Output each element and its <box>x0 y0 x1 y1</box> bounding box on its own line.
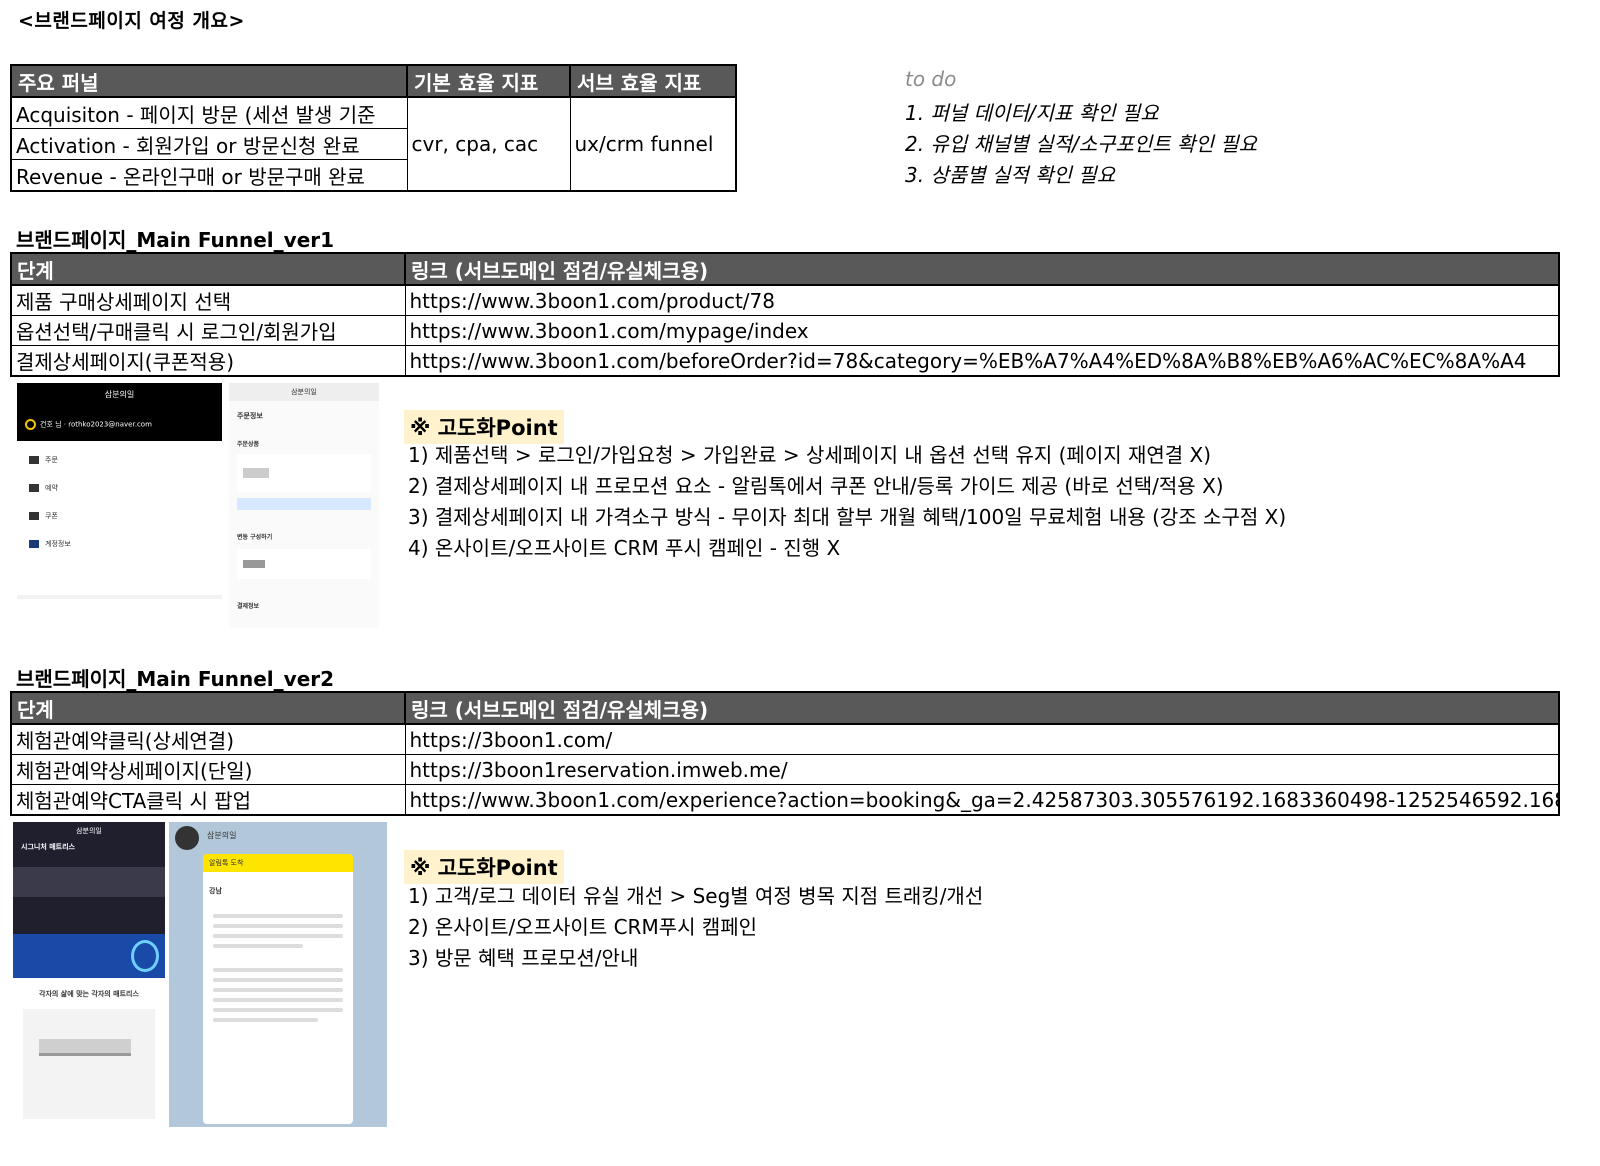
step-cell: 체험관예약상세페이지(단일) <box>10 754 406 785</box>
section-label: 변동 구성하기 <box>237 534 273 541</box>
link-cell[interactable]: https://www.3boon1.com/product/78 <box>404 284 1560 316</box>
point-item: 4) 온사이트/오프사이트 CRM 푸시 캠페인 - 진행 X <box>408 536 841 560</box>
link-cell[interactable]: https://3boon1.com/ <box>404 723 1560 755</box>
point-item: 3) 방문 혜택 프로모션/안내 <box>408 946 639 970</box>
section-label: 결제정보 <box>237 603 260 610</box>
funnel-activation: Activation - 회원가입 or 방문신청 완료 <box>10 128 408 160</box>
point-item: 1) 제품선택 > 로그인/가입요청 > 가입완료 > 상세페이지 내 옵션 선… <box>408 443 1212 467</box>
user-info: 건호 님 · rothko2023@naver.com <box>40 420 152 429</box>
step-cell: 체험관예약CTA클릭 시 팝업 <box>10 784 406 816</box>
funnel2-title: 브랜드페이지_Main Funnel_ver2 <box>16 667 335 691</box>
table-row: 체험관예약클릭(상세연결) https://3boon1.com/ <box>10 723 1560 755</box>
account-icon <box>29 540 39 548</box>
menu-item: 예약 <box>45 484 58 492</box>
todo-item: 3. 상품별 실적 확인 필요 <box>905 163 1116 187</box>
sub-metrics-value: ux/crm funnel <box>569 96 737 192</box>
table-row: 옵션선택/구매클릭 시 로그인/회원가입 https://www.3boon1.… <box>10 315 1560 346</box>
tagline: 각자의 삶에 맞는 각자의 매트리스 <box>39 990 139 998</box>
section-label: 주문정보 <box>237 412 263 420</box>
todo-item: 1. 퍼널 데이터/지표 확인 필요 <box>905 101 1159 125</box>
table-row: 결제상세페이지(쿠폰적용) https://www.3boon1.com/bef… <box>10 345 1560 377</box>
reserve-icon <box>29 484 39 492</box>
step-cell: 체험관예약클릭(상세연결) <box>10 723 406 755</box>
basic-metrics-value: cvr, cpa, cac <box>406 96 571 192</box>
funnel1-title: 브랜드페이지_Main Funnel_ver1 <box>16 228 335 252</box>
avatar <box>175 826 199 850</box>
product-thumb <box>243 468 269 478</box>
table-row: 체험관예약CTA클릭 시 팝업 https://www.3boon1.com/e… <box>10 784 1560 816</box>
menu-item: 쿠폰 <box>45 512 58 520</box>
location-icon <box>131 940 159 972</box>
coupon-icon <box>29 512 39 520</box>
header-basic-metric: 기본 효율 지표 <box>406 64 571 98</box>
point-item: 3) 결제상세페이지 내 가격소구 방식 - 무이자 최대 할부 개월 혜택/1… <box>408 505 1287 529</box>
alimtalk-screenshot: 삼분의일 알림톡 도착 강남 <box>169 822 387 1127</box>
todo-heading: to do <box>905 67 957 91</box>
link-cell[interactable]: https://www.3boon1.com/mypage/index <box>404 315 1560 346</box>
table-row: 체험관예약상세페이지(단일) https://3boon1reservation… <box>10 754 1560 785</box>
sender-name: 삼분의일 <box>207 831 237 840</box>
funnel2-table: 단계 링크 (서브도메인 점검/유실체크용) 체험관예약클릭(상세연결) htt… <box>10 691 1560 816</box>
mypage-screenshot: 삼분의일 건호 님 · rothko2023@naver.com 주문 예약 쿠… <box>17 383 222 599</box>
point-title: ※ 고도화Point <box>404 410 564 444</box>
header-link: 링크 (서브도메인 점검/유실체크용) <box>404 252 1560 286</box>
mattress-image <box>39 1039 131 1056</box>
menu-item: 계정정보 <box>45 540 71 548</box>
step-cell: 결제상세페이지(쿠폰적용) <box>10 345 406 377</box>
overview-table: 주요 퍼널 기본 효율 지표 서브 효율 지표 Acquisiton - 페이지… <box>10 64 737 192</box>
link-cell[interactable]: https://www.3boon1.com/beforeOrder?id=78… <box>404 345 1560 377</box>
header-link: 링크 (서브도메인 점검/유실체크용) <box>404 691 1560 725</box>
coupon-button <box>237 498 371 510</box>
header-step: 단계 <box>10 691 406 725</box>
header-step: 단계 <box>10 252 406 286</box>
funnel1-table: 단계 링크 (서브도메인 점검/유실체크용) 제품 구매상세페이지 선택 htt… <box>10 252 1560 377</box>
funnel-revenue: Revenue - 온라인구매 or 방문구매 완료 <box>10 159 408 192</box>
point-list: 1) 제품선택 > 로그인/가입요청 > 가입완료 > 상세페이지 내 옵션 선… <box>408 440 1286 564</box>
section-label: 주문상품 <box>237 441 260 448</box>
point-list: 1) 고객/로그 데이터 유실 개선 > Seg별 여정 병목 지점 트래킹/개… <box>408 881 983 974</box>
link-cell[interactable]: https://3boon1reservation.imweb.me/ <box>404 754 1560 785</box>
step-cell: 제품 구매상세페이지 선택 <box>10 284 406 316</box>
header-sub-metric: 서브 효율 지표 <box>569 64 737 98</box>
homepage-screenshot: 삼분의일 시그니처 매트리스 각자의 삶에 맞는 각자의 매트리스 <box>13 822 165 1125</box>
place-name: 강남 <box>209 887 222 895</box>
header-main-funnel: 주요 퍼널 <box>10 64 408 98</box>
banner-text: 시그니처 매트리스 <box>21 843 75 851</box>
link-cell[interactable]: https://www.3boon1.com/experience?action… <box>404 784 1560 816</box>
point-item: 1) 고객/로그 데이터 유실 개선 > Seg별 여정 병목 지점 트래킹/개… <box>408 884 984 908</box>
product-thumb <box>243 560 265 568</box>
table-row: 제품 구매상세페이지 선택 https://www.3boon1.com/pro… <box>10 284 1560 316</box>
alimtalk-badge: 알림톡 도착 <box>203 854 353 872</box>
brand-logo: 삼분의일 <box>229 383 379 401</box>
brand-logo: 삼분의일 <box>76 827 102 835</box>
user-icon <box>25 419 36 430</box>
point-item: 2) 온사이트/오프사이트 CRM푸시 캠페인 <box>408 915 758 939</box>
funnel-acquisition: Acquisiton - 페이지 방문 (세션 발생 기준 <box>10 96 408 129</box>
document-title: <브랜드페이지 여정 개요> <box>18 10 245 32</box>
brand-logo: 삼분의일 <box>104 390 135 399</box>
todo-item: 2. 유입 채널별 실적/소구포인트 확인 필요 <box>905 132 1258 156</box>
order-screenshot: 삼분의일 주문정보 주문상품 변동 구성하기 결제정보 <box>229 383 379 628</box>
point-item: 2) 결제상세페이지 내 프로모션 요소 - 알림톡에서 쿠폰 안내/등록 가이… <box>408 474 1224 498</box>
point-title: ※ 고도화Point <box>404 850 564 884</box>
order-icon <box>29 456 39 464</box>
menu-item: 주문 <box>45 456 58 464</box>
step-cell: 옵션선택/구매클릭 시 로그인/회원가입 <box>10 315 406 346</box>
